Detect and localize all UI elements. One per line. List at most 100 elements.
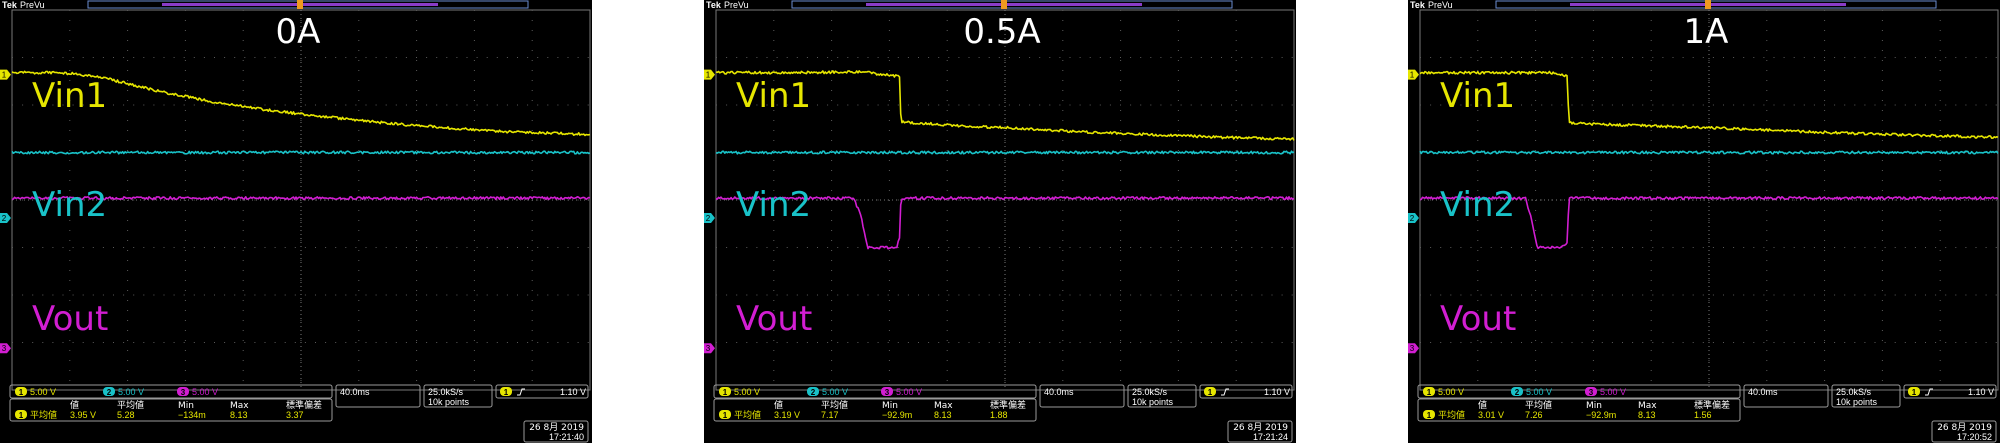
ch3-scale: 5.00 V: [1600, 387, 1626, 397]
measurement-value: 8.13: [230, 410, 248, 420]
badge-ch2-number: 2: [1515, 388, 1520, 397]
ch1-scale: 5.00 V: [734, 387, 760, 397]
acquisition-mode: PreVu: [724, 0, 749, 10]
ch3-scale: 5.00 V: [896, 387, 922, 397]
badge-measurement-number: 1: [1427, 411, 1432, 420]
measurement-value: 3.19 V: [774, 410, 800, 420]
measurement-label: 平均値: [1438, 409, 1465, 421]
measurement-value: 7.17: [821, 410, 839, 420]
ground-marker-number: 1: [1410, 71, 1415, 80]
badge-measurement-number: 1: [723, 411, 728, 420]
time: 17:21:24: [1253, 432, 1288, 442]
measurement-value: 3.95 V: [70, 410, 96, 420]
channel-scale-box: [1417, 384, 1741, 399]
brand-logo: Tek: [706, 0, 722, 10]
scope-svg: Tek PreVu 1 2 3 1A Vin1 Vin2 Vout 1 5.00 V 2 5.00 V 3…: [1408, 0, 2000, 443]
label-vin1: Vin1: [736, 76, 811, 116]
label-vin1: Vin1: [32, 76, 107, 116]
measurement-label: 平均値: [30, 409, 57, 421]
chart-title: 0.5A: [963, 12, 1040, 52]
record-length: 10k points: [428, 397, 470, 407]
sample-rate: 25.0kS/s: [1132, 387, 1168, 397]
trigger-position-marker: [1001, 0, 1007, 9]
label-vin1: Vin1: [1440, 76, 1515, 116]
label-vin2: Vin2: [32, 185, 107, 225]
sample-rate: 25.0kS/s: [428, 387, 464, 397]
measurement-value: −92.9m: [882, 410, 912, 420]
time: 17:21:40: [549, 432, 584, 442]
acquisition-mode: PreVu: [1428, 0, 1453, 10]
scope-svg: Tek PreVu 1 2 3 0.5A Vin1 Vin2 Vout 1 5.00 V 2 5.00 …: [704, 0, 1296, 443]
trace-ch2: [715, 150, 1295, 155]
ground-marker-number: 1: [706, 71, 711, 80]
measurement-value: 5.28: [117, 410, 135, 420]
badge-trigger-number: 1: [504, 388, 509, 397]
scope-svg: Tek PreVu 1 2 3 0A Vin1 Vin2 Vout 1 5.00 V 2 5.00 V 3…: [0, 0, 592, 443]
badge-ch2-number: 2: [107, 388, 112, 397]
time-per-div: 40.0ms: [1044, 387, 1074, 397]
label-vin2: Vin2: [1440, 185, 1515, 225]
label-vout: Vout: [736, 299, 812, 339]
badge-ch2-number: 2: [811, 388, 816, 397]
ground-marker-number: 1: [2, 71, 7, 80]
measurement-value: 1.88: [990, 410, 1008, 420]
chart-title: 0A: [276, 12, 321, 52]
measurement-value: 3.37: [286, 410, 304, 420]
trace-ch2: [1419, 150, 1999, 155]
measurement-value: −134m: [178, 410, 206, 420]
measurement-box: [1417, 398, 1741, 422]
measurement-value: 7.26: [1525, 410, 1543, 420]
scope-screen-1a: Tek PreVu 1 2 3 1A Vin1 Vin2 Vout 1 5.00 V 2 5.00 V 3…: [1408, 0, 2000, 443]
time: 17:20:52: [1957, 432, 1992, 442]
measurement-label: 平均値: [734, 409, 761, 421]
trigger-level: 1.10 V: [1264, 387, 1290, 397]
badge-ch3-number: 3: [885, 388, 890, 397]
badge-trigger-number: 1: [1208, 388, 1213, 397]
measurement-box: [9, 398, 333, 422]
ch2-scale: 5.00 V: [118, 387, 144, 397]
scope-screen-0a: Tek PreVu 1 2 3 0A Vin1 Vin2 Vout 1 5.00 V 2 5.00 V 3…: [0, 0, 592, 443]
time-per-div: 40.0ms: [340, 387, 370, 397]
label-vout: Vout: [32, 299, 108, 339]
badge-ch1-number: 1: [19, 388, 24, 397]
label-vout: Vout: [1440, 299, 1516, 339]
measurement-value: 8.13: [934, 410, 952, 420]
channel-scale-box: [9, 384, 333, 399]
ground-marker-number: 2: [1410, 214, 1415, 223]
brand-logo: Tek: [2, 0, 18, 10]
ch3-scale: 5.00 V: [192, 387, 218, 397]
trigger-position-marker: [1705, 0, 1711, 9]
channel-scale-box: [713, 384, 1037, 399]
measurement-box: [713, 398, 1037, 422]
ch2-scale: 5.00 V: [822, 387, 848, 397]
badge-trigger-number: 1: [1912, 388, 1917, 397]
badge-ch3-number: 3: [1589, 388, 1594, 397]
ground-marker-number: 3: [2, 344, 7, 353]
record-length: 10k points: [1836, 397, 1878, 407]
ch1-scale: 5.00 V: [30, 387, 56, 397]
trigger-level: 1.10 V: [1968, 387, 1994, 397]
badge-ch3-number: 3: [181, 388, 186, 397]
trace-ch2: [11, 150, 591, 155]
chart-title: 1A: [1684, 12, 1729, 52]
measurement-value: −92.9m: [1586, 410, 1616, 420]
ch2-scale: 5.00 V: [1526, 387, 1552, 397]
brand-logo: Tek: [1410, 0, 1426, 10]
measurement-value: 8.13: [1638, 410, 1656, 420]
badge-ch1-number: 1: [1427, 388, 1432, 397]
trigger-position-marker: [297, 0, 303, 9]
time-per-div: 40.0ms: [1748, 387, 1778, 397]
sample-rate: 25.0kS/s: [1836, 387, 1872, 397]
measurement-value: 3.01 V: [1478, 410, 1504, 420]
ch1-scale: 5.00 V: [1438, 387, 1464, 397]
acquisition-mode: PreVu: [20, 0, 45, 10]
trigger-level: 1.10 V: [560, 387, 586, 397]
ground-marker-number: 3: [1410, 344, 1415, 353]
record-length: 10k points: [1132, 397, 1174, 407]
measurement-value: 1.56: [1694, 410, 1712, 420]
badge-ch1-number: 1: [723, 388, 728, 397]
badge-measurement-number: 1: [19, 411, 24, 420]
ground-marker-number: 2: [706, 214, 711, 223]
ground-marker-number: 2: [2, 214, 7, 223]
ground-marker-number: 3: [706, 344, 711, 353]
